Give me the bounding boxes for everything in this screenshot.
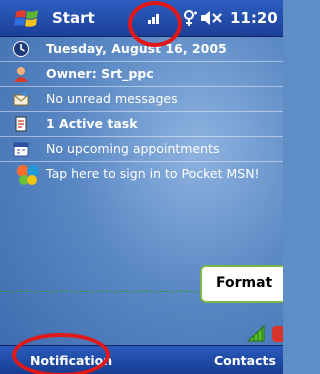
contacts-softkey[interactable]: Contacts	[214, 353, 276, 368]
today-row-messages[interactable]: No unread messages	[0, 87, 283, 112]
today-screen: Start 11:20 Tuesday, August 16, 2005 Own…	[0, 0, 283, 374]
signal-highlight-oval	[128, 1, 182, 47]
clock-label[interactable]: 11:20	[230, 9, 278, 27]
date-label: Tuesday, August 16, 2005	[46, 41, 227, 56]
signal-strength-icon[interactable]	[246, 325, 266, 343]
format-callout: Format	[200, 265, 283, 303]
owner-icon	[14, 67, 28, 82]
windows-flag-icon[interactable]	[14, 6, 40, 30]
msn-signin-label: Tap here to sign in to Pocket MSN!	[46, 166, 260, 181]
today-row-tasks[interactable]: 1 Active task	[0, 112, 283, 137]
messages-label: No unread messages	[46, 91, 178, 106]
connectivity-icon[interactable]	[182, 10, 198, 27]
messages-icon	[13, 91, 29, 106]
notification-highlight-oval	[12, 333, 110, 374]
msn-butterfly-icon	[17, 165, 39, 185]
tasks-icon	[15, 116, 27, 132]
callout-label: Format	[216, 275, 273, 291]
tasks-label: 1 Active task	[46, 116, 138, 131]
today-row-appointments[interactable]: No upcoming appointments	[0, 137, 283, 162]
callout-leader-line	[0, 291, 203, 292]
today-row-owner[interactable]: Owner: Srt_ppc	[0, 62, 283, 87]
start-menu-label[interactable]: Start	[52, 9, 95, 27]
today-row-msn[interactable]: Tap here to sign in to Pocket MSN!	[0, 160, 283, 188]
owner-label: Owner: Srt_ppc	[46, 66, 154, 81]
appointments-icon	[13, 142, 29, 157]
speaker-muted-icon[interactable]	[200, 11, 224, 25]
notification-bubble-icon[interactable]	[272, 326, 283, 342]
calendar-icon	[13, 41, 29, 57]
appointments-label: No upcoming appointments	[46, 141, 220, 156]
